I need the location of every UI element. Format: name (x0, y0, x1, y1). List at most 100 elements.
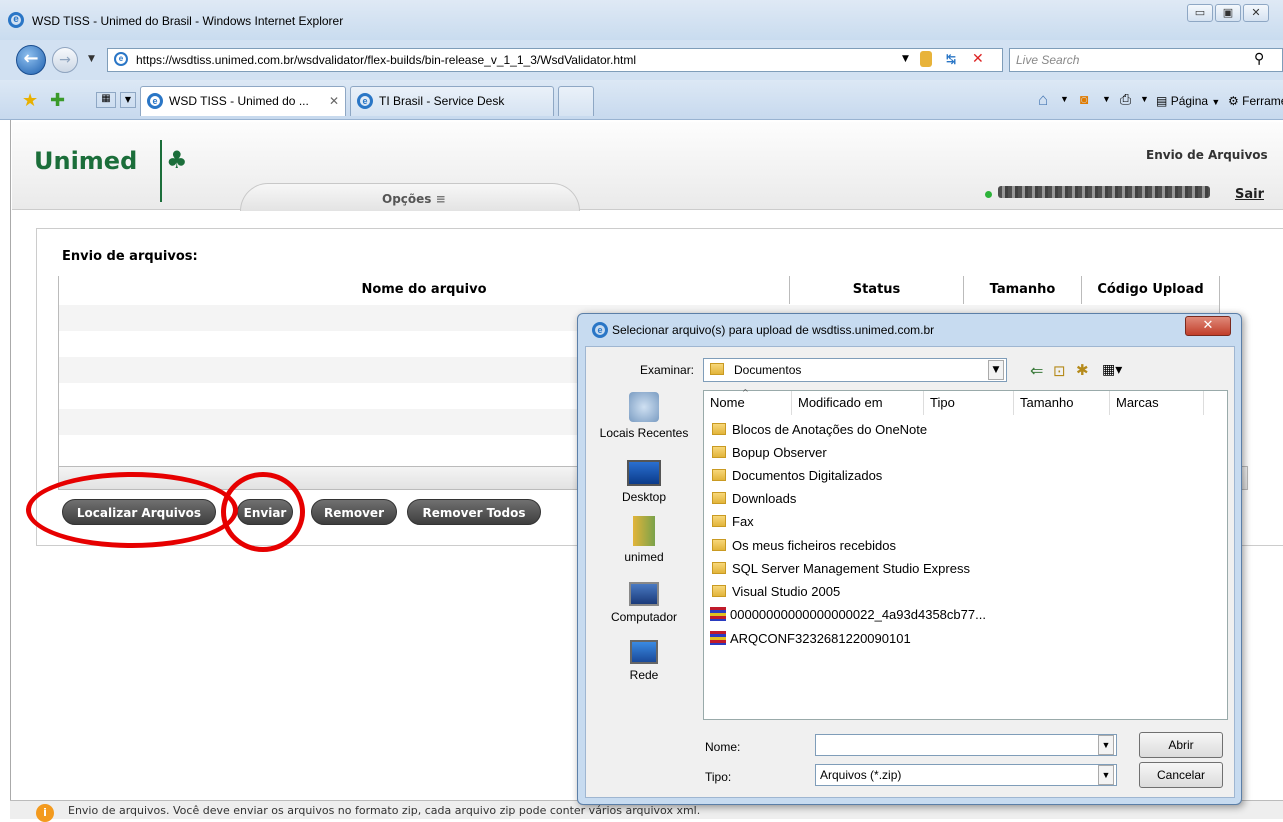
folder-icon (712, 562, 726, 574)
column-header-type[interactable]: Tipo (924, 391, 1014, 415)
look-in-label: Examinar: (640, 363, 695, 377)
section-title: Envio de Arquivos (1146, 148, 1268, 162)
close-window-icon[interactable]: ✕ (1243, 4, 1269, 22)
look-in-dropdown[interactable]: Documentos ▼ (703, 358, 1007, 382)
logo-divider (160, 140, 162, 202)
search-input[interactable]: Live Search ⚲ (1009, 48, 1283, 72)
new-folder-icon[interactable]: ✱ (1076, 361, 1089, 379)
column-header-filename[interactable]: Nome do arquivo (59, 276, 790, 304)
place-user[interactable]: unimed (590, 516, 698, 564)
unimed-logo: Unimed (34, 147, 138, 175)
column-header-modified[interactable]: Modificado em (792, 391, 924, 415)
back-arrow-icon[interactable]: ← (16, 45, 46, 75)
open-button[interactable]: Abrir (1139, 732, 1223, 758)
column-header-size[interactable]: Tamanho (1014, 391, 1110, 415)
file-type-value: Arquivos (*.zip) (820, 768, 902, 782)
cancel-button[interactable]: Cancelar (1139, 762, 1223, 788)
place-desktop[interactable]: Desktop (590, 460, 698, 504)
chevron-down-icon[interactable]: ▼ (988, 360, 1004, 380)
options-label: Opções (382, 192, 432, 206)
quick-tabs-icon[interactable]: ▦ (96, 92, 116, 108)
list-item[interactable]: ARQCONF3232681220090101 (710, 628, 911, 650)
window-title: WSD TISS - Unimed do Brasil - Windows In… (32, 14, 344, 28)
favorites-star-icon[interactable]: ★ (22, 90, 38, 111)
list-item[interactable]: Fax (712, 511, 754, 533)
new-tab-button[interactable] (558, 86, 594, 116)
options-menu[interactable]: Opções ≡ (382, 192, 446, 206)
file-name-input[interactable]: ▼ (815, 734, 1117, 756)
place-network[interactable]: Rede (590, 640, 698, 682)
tools-menu-label: Ferramentas (1242, 94, 1283, 108)
view-menu-icon[interactable]: ▦▾ (1102, 362, 1122, 378)
list-item[interactable]: Downloads (712, 488, 796, 510)
up-folder-icon[interactable]: ⊡ (1053, 362, 1066, 380)
list-item[interactable]: Bopup Observer (712, 442, 827, 464)
file-type-label: Tipo: (705, 770, 732, 784)
forward-arrow-icon[interactable]: → (52, 47, 78, 73)
history-dropdown-icon[interactable]: ▼ (88, 54, 95, 64)
url-input[interactable]: e https://wsdtiss.unimed.com.br/wsdvalid… (107, 48, 1003, 72)
url-dropdown-icon[interactable]: ▼ (902, 54, 909, 64)
place-label: Rede (629, 668, 659, 682)
home-dropdown-icon[interactable]: ▼ (1060, 94, 1069, 104)
add-favorite-icon[interactable]: ✚ (50, 90, 65, 111)
panel-title: Envio de arquivos: (62, 249, 198, 264)
search-icon[interactable]: ⚲ (1254, 51, 1264, 67)
print-dropdown-icon[interactable]: ▼ (1140, 94, 1149, 104)
place-label: Locais Recentes (599, 426, 689, 440)
home-icon[interactable]: ⌂ (1038, 90, 1048, 110)
documents-folder-icon (710, 363, 724, 375)
file-type-select[interactable]: Arquivos (*.zip) ▼ (815, 764, 1117, 786)
refresh-icon[interactable]: ↹ (946, 52, 956, 66)
feeds-icon[interactable]: ◙ (1080, 91, 1088, 107)
folder-icon (712, 492, 726, 504)
print-icon[interactable]: ⎙ (1120, 91, 1131, 108)
page-menu[interactable]: ▤ Página ▼ (1156, 94, 1220, 108)
logout-link[interactable]: Sair (1235, 187, 1264, 202)
user-folder-icon (633, 516, 655, 546)
tools-menu[interactable]: ⚙ Ferramentas (1228, 94, 1283, 108)
folder-icon (712, 515, 726, 527)
remove-button[interactable]: Remover (311, 499, 397, 525)
column-header-size[interactable]: Tamanho (964, 276, 1082, 304)
remove-all-button[interactable]: Remover Todos (407, 499, 541, 525)
place-computer[interactable]: Computador (590, 582, 698, 624)
feeds-dropdown-icon[interactable]: ▼ (1102, 94, 1111, 104)
folder-icon (712, 585, 726, 597)
dialog-close-icon[interactable]: ✕ (1185, 316, 1231, 336)
tab-wsd-tiss[interactable]: e WSD TISS - Unimed do ... ✕ (140, 86, 346, 116)
tab-close-icon[interactable]: ✕ (329, 87, 339, 115)
tab-label: TI Brasil - Service Desk (379, 94, 505, 108)
tab-page-icon: e (357, 93, 373, 109)
tab-list-icon[interactable]: ▼ (120, 92, 136, 108)
window-titlebar: e WSD TISS - Unimed do Brasil - Windows … (0, 0, 1283, 40)
menu-lines-icon: ≡ (435, 192, 446, 206)
folder-icon (712, 539, 726, 551)
maximize-icon[interactable]: ▣ (1215, 4, 1241, 22)
column-header-tags[interactable]: Marcas (1110, 391, 1204, 415)
column-header-upload-code[interactable]: Código Upload (1082, 276, 1219, 304)
stop-icon[interactable]: ✕ (972, 51, 984, 67)
list-item[interactable]: SQL Server Management Studio Express (712, 558, 970, 580)
unimed-tree-icon: ♣ (166, 146, 188, 174)
online-status-icon (985, 191, 992, 198)
highlight-circle-find (26, 472, 238, 548)
tab-service-desk[interactable]: e TI Brasil - Service Desk (350, 86, 554, 116)
list-item[interactable]: 00000000000000000022_4a93d4358cb77... (710, 604, 986, 626)
list-item[interactable]: Visual Studio 2005 (712, 581, 840, 603)
lock-icon[interactable] (920, 51, 932, 67)
list-item[interactable]: Blocos de Anotações do OneNote (712, 419, 927, 441)
minimize-icon[interactable]: ▭ (1187, 4, 1213, 22)
look-in-value: Documentos (734, 363, 802, 377)
computer-icon (629, 582, 659, 606)
place-recent[interactable]: Locais Recentes (590, 392, 698, 440)
highlight-circle-send (221, 472, 305, 552)
tab-label: WSD TISS - Unimed do ... (169, 94, 309, 108)
column-header-status[interactable]: Status (790, 276, 964, 304)
chevron-down-icon[interactable]: ▼ (1098, 735, 1114, 755)
list-item[interactable]: Os meus ficheiros recebidos (712, 535, 896, 557)
back-icon[interactable]: ⇐ (1030, 361, 1043, 380)
list-item[interactable]: Documentos Digitalizados (712, 465, 882, 487)
chevron-down-icon[interactable]: ▼ (1098, 765, 1114, 785)
folder-icon (712, 446, 726, 458)
